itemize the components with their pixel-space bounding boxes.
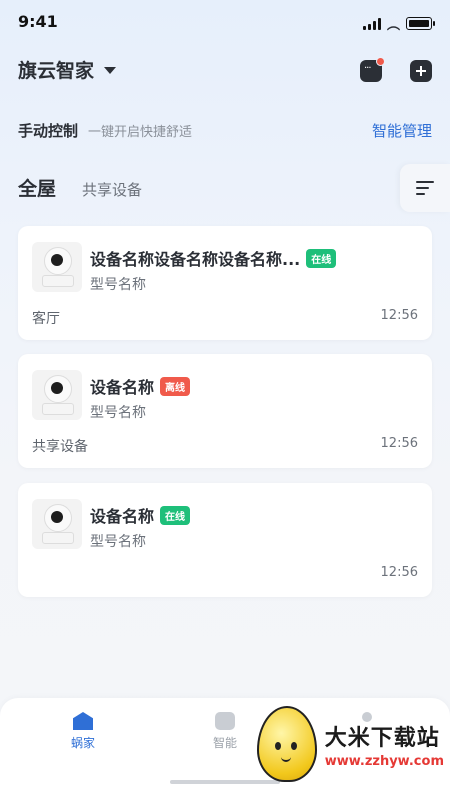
device-room: 共享设备 <box>32 439 88 455</box>
nav-home[interactable]: 蜗家 <box>48 712 118 751</box>
manual-control-subtitle: 一键开启快捷舒适 <box>88 125 193 140</box>
device-model: 型号名称 <box>90 534 146 550</box>
smart-management-link[interactable]: 智能管理 <box>372 120 432 141</box>
device-card[interactable]: 设备名称 在线 型号名称 12:56 <box>18 483 432 597</box>
manual-control-title: 手动控制 <box>18 122 79 140</box>
manual-control-row: 手动控制 一键开启快捷舒适 智能管理 <box>18 120 432 141</box>
status-icons: ︵ <box>362 14 435 33</box>
tab-shared[interactable]: 共享设备 <box>82 179 142 200</box>
device-model: 型号名称 <box>90 405 146 421</box>
device-name: 设备名称设备名称设备名称... 在线 <box>90 246 337 270</box>
nav-home-label: 蜗家 <box>70 736 95 750</box>
status-badge: 离线 <box>160 376 191 396</box>
device-name: 设备名称 离线 <box>90 374 191 398</box>
device-model: 型号名称 <box>90 277 146 293</box>
device-name-text: 设备名称 <box>90 507 155 526</box>
nav-smart[interactable]: 智能 <box>190 712 260 751</box>
caret-down-icon <box>104 67 117 74</box>
device-room: 客厅 <box>32 311 60 327</box>
watermark: 大米下载站 www.zzhyw.com <box>256 706 444 782</box>
status-badge: 在线 <box>306 248 337 268</box>
device-time: 12:56 <box>380 565 418 580</box>
wifi-icon: ︵ <box>386 18 400 33</box>
header: 旗云智家 <box>18 56 432 92</box>
sort-menu-icon[interactable] <box>400 164 450 212</box>
camera-thumbnail <box>32 499 82 549</box>
status-time: 9:41 <box>18 12 58 31</box>
status-bar: 9:41 ︵ <box>0 0 450 44</box>
home-icon <box>73 712 93 730</box>
device-name-text: 设备名称 <box>90 378 155 397</box>
robot-icon <box>215 712 235 730</box>
watermark-url: www.zzhyw.com <box>324 753 444 769</box>
tab-all[interactable]: 全屋 <box>18 174 56 201</box>
device-time: 12:56 <box>380 308 418 323</box>
watermark-name: 大米下载站 <box>324 725 440 751</box>
add-icon[interactable] <box>410 60 432 82</box>
nav-smart-label: 智能 <box>212 736 237 750</box>
camera-thumbnail <box>32 242 82 292</box>
device-card[interactable]: 设备名称 离线 型号名称 共享设备 12:56 <box>18 354 432 468</box>
status-badge: 在线 <box>160 505 191 525</box>
device-time: 12:56 <box>380 436 418 451</box>
room-tabs: 全屋 共享设备 <box>18 174 142 201</box>
message-icon[interactable] <box>360 57 385 82</box>
device-name: 设备名称 在线 <box>90 503 191 527</box>
device-name-text: 设备名称设备名称设备名称... <box>90 250 301 269</box>
camera-thumbnail <box>32 370 82 420</box>
mascot-logo <box>256 706 317 782</box>
signal-icon <box>362 17 381 30</box>
battery-icon <box>406 17 435 30</box>
device-card[interactable]: 设备名称设备名称设备名称... 在线 型号名称 客厅 12:56 <box>18 226 432 340</box>
home-name: 旗云智家 <box>18 60 95 82</box>
notification-dot <box>376 57 385 66</box>
